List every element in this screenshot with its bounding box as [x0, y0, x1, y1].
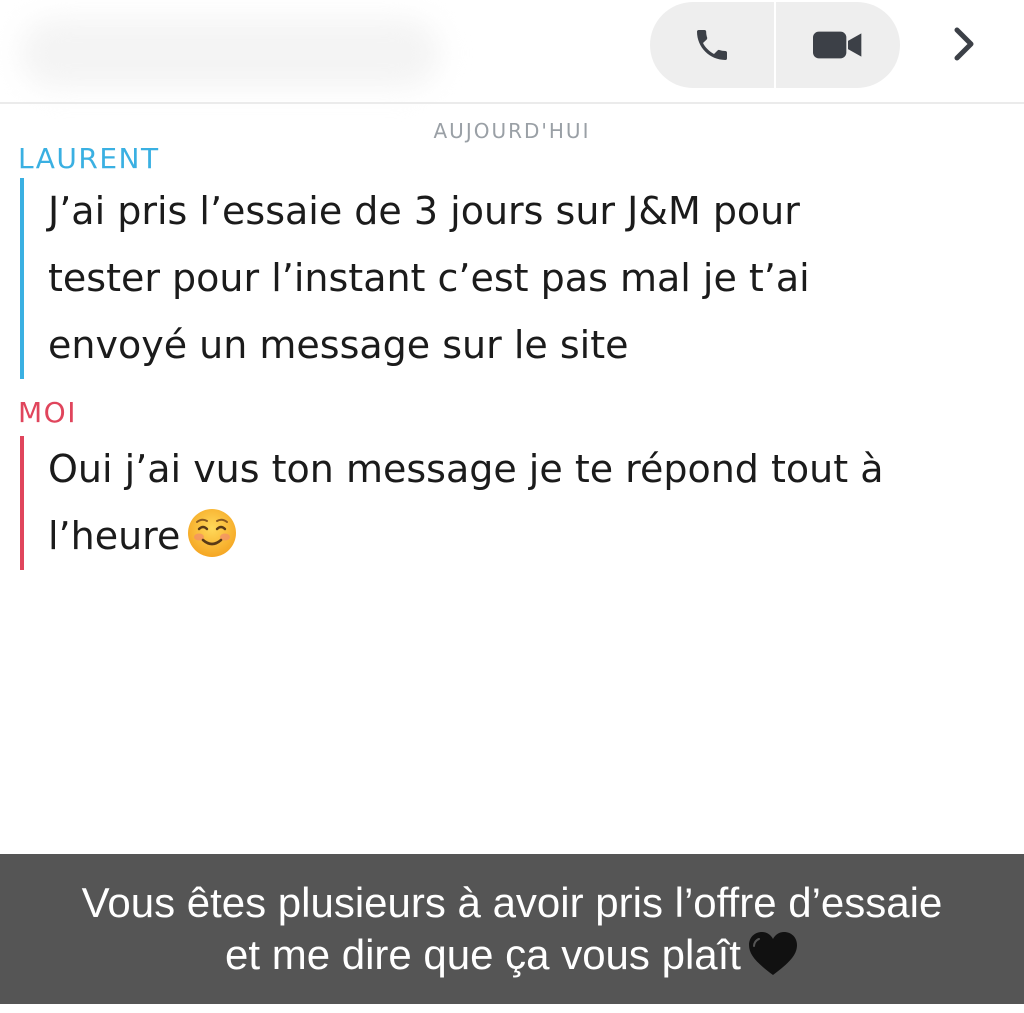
message-line-text: l’heure	[48, 514, 181, 558]
message-line: Oui j’ai vus ton message je te répond to…	[48, 447, 884, 491]
sender-name-moi: MOI	[18, 396, 77, 429]
video-call-button[interactable]	[776, 2, 900, 88]
video-camera-icon	[813, 31, 862, 59]
caption-line-2: et me dire que ça vous plaît	[225, 931, 741, 978]
message-laurent[interactable]: J’ai pris l’essaie de 3 jours sur J&M po…	[20, 178, 998, 379]
black-heart-icon	[748, 932, 797, 975]
chat-screen: AUJOURD'HUI LAURENT J’ai pris l’essaie d…	[0, 0, 1024, 1013]
voice-call-button[interactable]	[650, 2, 774, 88]
smiling-face-icon	[188, 509, 237, 557]
message-line: tester pour l’instant c’est pas mal je t…	[48, 256, 810, 300]
header-divider	[0, 102, 1024, 104]
caption-line-1: Vous êtes plusieurs à avoir pris l’offre…	[81, 879, 943, 926]
date-separator: AUJOURD'HUI	[433, 119, 591, 143]
message-line-last: l’heure	[48, 503, 998, 570]
chevron-right-icon[interactable]	[942, 22, 986, 66]
message-moi[interactable]: Oui j’ai vus ton message je te répond to…	[20, 436, 998, 570]
blurred-contact-name	[20, 18, 440, 88]
message-line: J’ai pris l’essaie de 3 jours sur J&M po…	[48, 189, 800, 233]
caption-overlay: Vous êtes plusieurs à avoir pris l’offre…	[0, 854, 1024, 1004]
message-line: envoyé un message sur le site	[48, 323, 629, 367]
sender-name-laurent: LAURENT	[18, 142, 160, 175]
call-actions-pill	[650, 2, 900, 88]
phone-icon	[696, 30, 727, 60]
caption-line-2-row: et me dire que ça vous plaît	[225, 929, 799, 981]
